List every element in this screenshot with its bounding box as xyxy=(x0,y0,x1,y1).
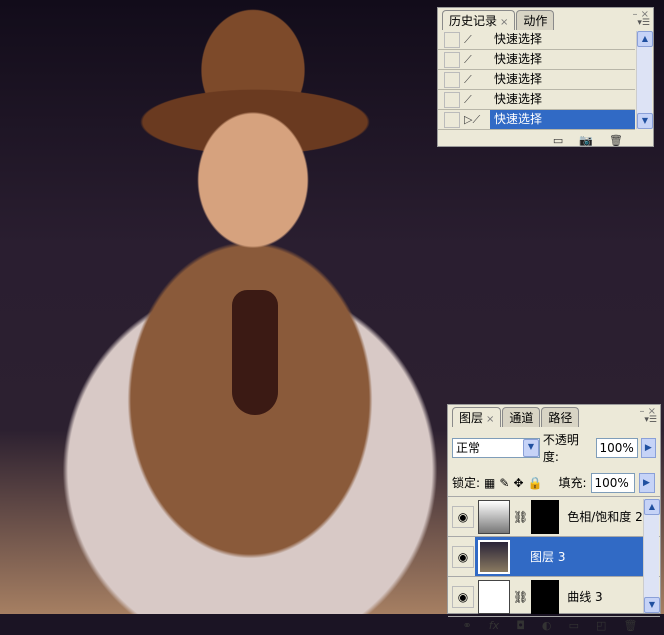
adjustment-layer-icon[interactable]: ◐ xyxy=(542,619,552,632)
tab-history[interactable]: 历史记录 × xyxy=(442,10,516,30)
lock-label: 锁定: xyxy=(452,476,481,490)
history-item[interactable]: ⟋ 快速选择 xyxy=(438,50,635,70)
visibility-eye-icon[interactable]: ◉ xyxy=(452,585,474,608)
blend-mode-select[interactable]: 正常 ▼ xyxy=(452,438,540,458)
trash-icon[interactable]: 🗑 xyxy=(609,134,623,147)
opacity-label: 不透明度: xyxy=(542,433,579,464)
layer-mask-thumbnail[interactable] xyxy=(531,499,560,534)
layers-panel: 图层 × 通道 路径 – × ▾☰ 正常 ▼ 不透明度: 100% ▶ 锁定: ▦ … xyxy=(447,404,661,632)
snapshot-camera-icon[interactable]: 📷 xyxy=(579,134,593,147)
panel-menu-icon[interactable]: ▾☰ xyxy=(644,415,657,425)
history-item[interactable]: ⟋ 快速选择 xyxy=(438,70,635,90)
layer-row[interactable]: ◉ ⛓ 曲线 3 xyxy=(448,577,660,617)
close-icon[interactable]: × xyxy=(500,17,508,28)
history-item-label: 快速选择 xyxy=(494,92,543,106)
chevron-down-icon: ▼ xyxy=(522,439,539,457)
history-item-selected[interactable]: ▷⟋ 快速选择 xyxy=(438,110,635,130)
add-mask-icon[interactable]: ◘ xyxy=(516,619,525,632)
opacity-slider-button[interactable]: ▶ xyxy=(640,438,656,458)
curves-thumbnail xyxy=(478,579,510,614)
trash-icon[interactable]: 🗑 xyxy=(623,619,637,632)
history-scrollbar[interactable]: ▲ ▼ xyxy=(636,31,653,129)
snapshot-checkbox[interactable] xyxy=(444,71,460,88)
history-item[interactable]: ⟋ 快速选择 xyxy=(438,90,635,110)
tab-paths[interactable]: 路径 xyxy=(541,407,580,427)
visibility-eye-icon[interactable]: ◉ xyxy=(452,545,474,568)
tab-channels[interactable]: 通道 xyxy=(502,407,541,427)
history-panel: 历史记录 × 动作 – × ▾☰ ⟋ 快速选择 ⟋ 快速选择 ⟋ 快速选择 ⟋ 快速选择 … xyxy=(437,7,654,147)
snapshot-checkbox[interactable] xyxy=(444,91,460,108)
new-group-folder-icon[interactable]: ▭ xyxy=(569,619,579,632)
close-icon[interactable]: × xyxy=(486,414,494,425)
fx-layer-style-icon[interactable]: fx xyxy=(489,619,499,632)
scroll-up-button[interactable]: ▲ xyxy=(644,499,660,515)
history-state-pointer-icon: ▷⟋ xyxy=(464,112,481,126)
fill-slider-button[interactable]: ▶ xyxy=(638,472,655,493)
blend-mode-value: 正常 xyxy=(456,441,481,455)
layer-mask-thumbnail[interactable] xyxy=(531,579,560,614)
panel-menu-icon[interactable]: ▾☰ xyxy=(637,18,650,28)
tab-actions[interactable]: 动作 xyxy=(516,10,555,30)
lock-transparent-icon[interactable]: ▦ xyxy=(484,476,495,490)
opacity-input[interactable]: 100% xyxy=(595,438,638,458)
tab-label: 图层 xyxy=(459,411,484,425)
layers-scrollbar[interactable]: ▲ ▼ xyxy=(643,499,660,613)
photo-tie xyxy=(232,290,278,415)
fill-label: 填充: xyxy=(558,476,587,490)
visibility-eye-icon[interactable]: ◉ xyxy=(452,505,474,528)
quick-select-icon: ⟋ xyxy=(464,32,472,46)
link-chain-icon[interactable]: ⛓ xyxy=(513,590,528,604)
lock-all-icon[interactable]: 🔒 xyxy=(528,476,543,490)
quick-select-icon: ⟋ xyxy=(464,72,472,86)
fill-input[interactable]: 100% xyxy=(590,472,635,493)
snapshot-checkbox[interactable] xyxy=(444,111,460,128)
history-item-label: 快速选择 xyxy=(494,52,543,66)
tab-label: 历史记录 xyxy=(449,14,498,28)
layer-name: 曲线 3 xyxy=(567,590,603,604)
hue-saturation-thumbnail xyxy=(478,499,510,534)
layer-name: 色相/饱和度 2 xyxy=(567,510,643,524)
scroll-down-button[interactable]: ▼ xyxy=(637,113,653,129)
scroll-up-button[interactable]: ▲ xyxy=(637,31,653,47)
link-layers-icon[interactable]: ⚭ xyxy=(463,619,472,632)
layer-row[interactable]: ◉ ⛓ 色相/饱和度 2 xyxy=(448,497,660,537)
scroll-down-button[interactable]: ▼ xyxy=(644,597,660,613)
layer-row-selected[interactable]: ◉ 图层 3 xyxy=(448,537,660,577)
layer-name: 图层 3 xyxy=(530,550,566,564)
link-chain-icon[interactable]: ⛓ xyxy=(513,510,528,524)
lock-position-move-icon[interactable]: ✥ xyxy=(513,476,523,490)
lock-image-brush-icon[interactable]: ✎ xyxy=(499,476,509,490)
history-item-label: 快速选择 xyxy=(490,110,635,129)
history-item-label: 快速选择 xyxy=(494,32,543,46)
quick-select-icon: ⟋ xyxy=(464,92,472,106)
history-item[interactable]: ⟋ 快速选择 xyxy=(438,30,635,50)
tab-layers[interactable]: 图层 × xyxy=(452,407,502,427)
snapshot-checkbox[interactable] xyxy=(444,31,460,48)
new-document-icon[interactable]: ▭ xyxy=(553,134,563,147)
layer-thumbnail xyxy=(478,539,510,574)
new-layer-icon[interactable]: ◰ xyxy=(596,619,606,632)
quick-select-icon: ⟋ xyxy=(464,52,472,66)
history-item-label: 快速选择 xyxy=(494,72,543,86)
snapshot-checkbox[interactable] xyxy=(444,51,460,68)
